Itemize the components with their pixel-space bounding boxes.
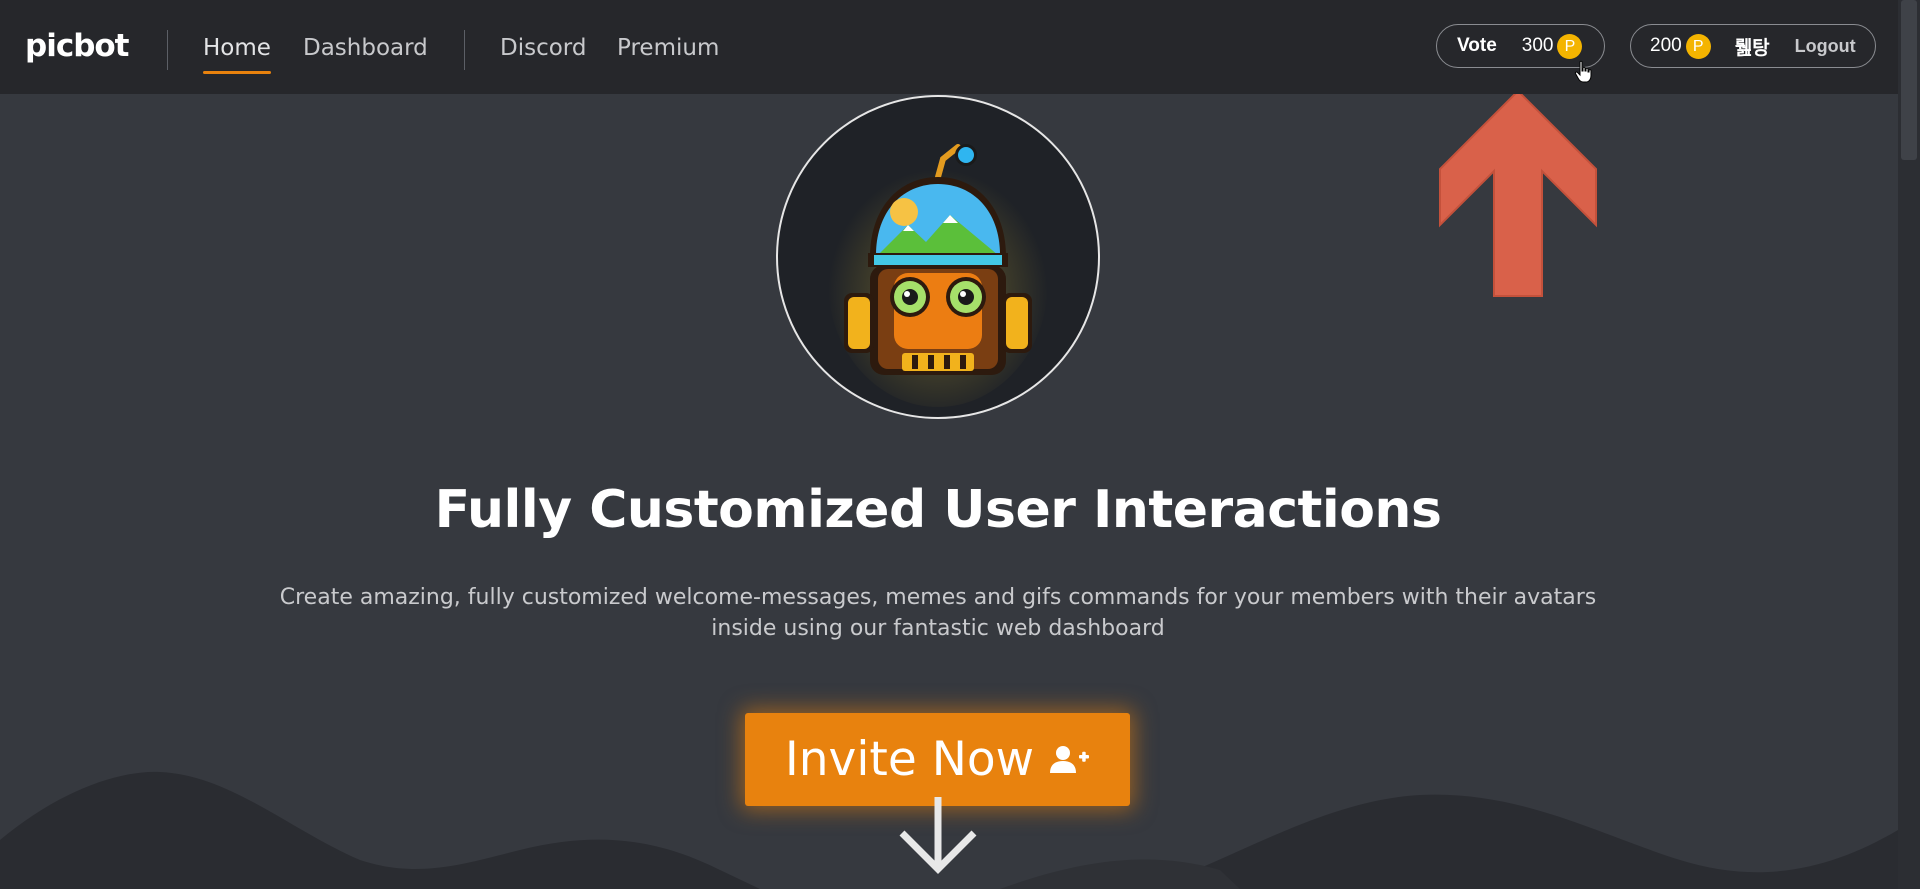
vote-points: 300 — [1521, 35, 1554, 56]
nav-divider — [167, 30, 168, 70]
nav-divider — [464, 30, 465, 70]
nav-discord-link[interactable]: Discord — [500, 35, 586, 61]
hand-pointer-cursor-icon — [1574, 60, 1592, 83]
vote-button[interactable]: Vote — [1457, 35, 1497, 57]
user-plus-icon — [1050, 745, 1090, 773]
user-pill: 200 P 뤮탕 Logout — [1630, 24, 1876, 68]
scrollbar-thumb[interactable] — [1901, 0, 1917, 160]
user-points: 200 — [1650, 35, 1682, 56]
coin-icon: P — [1685, 33, 1711, 59]
active-nav-underline — [203, 71, 271, 74]
hero-subtitle: Create amazing, fully customized welcome… — [279, 585, 1597, 641]
robot-mascot-icon — [828, 144, 1048, 407]
username[interactable]: 뤮탕 — [1735, 33, 1770, 60]
coin-icon: P — [1557, 33, 1583, 59]
top-navbar: picbot Home Dashboard Discord Premium Vo… — [0, 0, 1898, 94]
brand-logo[interactable]: picbot — [25, 28, 129, 64]
invite-button-label: Invite Now — [784, 732, 1035, 787]
hero-title: Fully Customized User Interactions — [434, 480, 1442, 540]
nav-premium-link[interactable]: Premium — [617, 35, 719, 61]
red-up-arrow-icon — [1439, 91, 1597, 297]
invite-now-button[interactable]: Invite Now — [745, 713, 1130, 806]
robot-mascot-avatar — [776, 95, 1100, 419]
nav-home-link[interactable]: Home — [203, 35, 271, 61]
page-scrollbar[interactable] — [1898, 0, 1920, 889]
logout-button[interactable]: Logout — [1795, 36, 1856, 57]
arrow-down-icon[interactable] — [896, 797, 980, 875]
nav-dashboard-link[interactable]: Dashboard — [303, 35, 428, 61]
